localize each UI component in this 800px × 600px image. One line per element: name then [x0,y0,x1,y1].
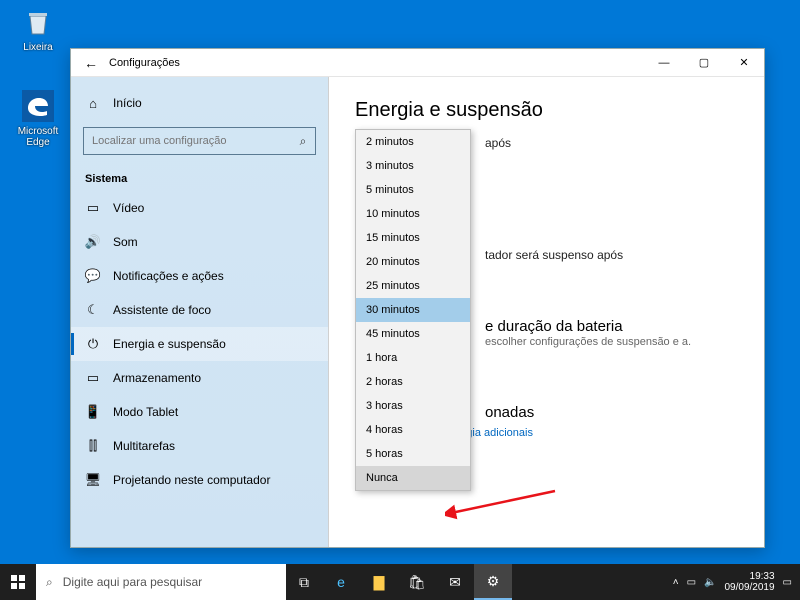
sidebar-item-multitarefas[interactable]: ⫿⫿ Multitarefas [71,429,328,463]
desktop-icon-recycle-bin[interactable]: Lixeira [8,4,68,53]
sidebar-home[interactable]: ⌂ Início [71,87,328,119]
sidebar-item-label: Projetando neste computador [113,473,270,487]
desktop-icon-label: Lixeira [8,42,68,53]
back-button[interactable]: ← [77,55,105,71]
dropdown-option[interactable]: 1 hora [356,346,470,370]
desktop-icon-label: Microsoft Edge [8,126,68,148]
tray-chevron-icon[interactable]: ˄ [673,577,679,588]
sidebar-item-label: Notificações e ações [113,269,224,283]
home-icon: ⌂ [85,95,101,111]
sidebar-item-som[interactable]: 🔊 Som [71,225,328,259]
sidebar-item-label: Energia e suspensão [113,337,226,351]
taskbar: ⌕ Digite aqui para pesquisar ⧉ e ▇ 🛍 ✉ ⚙… [0,564,800,600]
taskbar-store[interactable]: 🛍 [398,564,436,600]
setting-text-fragment: tador será suspenso após [485,248,738,262]
sidebar-item-icon: 🖥 [85,472,101,488]
sidebar-item-icon: ▭ [85,200,101,216]
sidebar-item-v-deo[interactable]: ▭ Vídeo [71,191,328,225]
sidebar: ⌂ Início ⌕ Sistema ▭ Vídeo 🔊 Som 💬 Notificaçõ… [71,77,329,547]
sidebar-item-icon: ▭ [85,370,101,386]
taskbar-clock[interactable]: 19:33 09/09/2019 [724,571,774,593]
sidebar-item-label: Som [113,235,138,249]
window-title: Configurações [105,57,180,69]
dropdown-option[interactable]: 5 horas [356,442,470,466]
sidebar-home-label: Início [113,96,142,110]
search-icon: ⌕ [291,134,315,149]
minimize-button[interactable]: ― [644,49,684,77]
battery-desc-fragment: escolher configurações de suspensão e a. [485,335,738,350]
battery-heading-fragment: e duração da bateria [485,318,738,335]
taskbar-edge[interactable]: e [322,564,360,600]
sidebar-item-label: Vídeo [113,201,144,215]
sidebar-item-projetando-neste-computador[interactable]: 🖥 Projetando neste computador [71,463,328,497]
sidebar-item-assistente-de-foco[interactable]: ☾ Assistente de foco [71,293,328,327]
search-icon: ⌕ [46,575,53,590]
notification-center-icon[interactable]: ▭ [783,577,792,588]
time-dropdown[interactable]: 2 minutos3 minutos5 minutos10 minutos15 … [355,129,471,491]
sidebar-item-icon: 💬 [85,268,101,284]
titlebar: ← Configurações ― ▢ ✕ [71,49,764,77]
taskbar-settings[interactable]: ⚙ [474,564,512,600]
dropdown-option[interactable]: 5 minutos [356,178,470,202]
sidebar-search[interactable]: ⌕ [83,127,316,155]
dropdown-option[interactable]: 2 horas [356,370,470,394]
dropdown-option[interactable]: 45 minutos [356,322,470,346]
dropdown-option[interactable]: 4 horas [356,418,470,442]
setting-text-fragment: após [485,136,738,150]
close-button[interactable]: ✕ [724,49,764,77]
sidebar-item-armazenamento[interactable]: ▭ Armazenamento [71,361,328,395]
related-heading-fragment: onadas [485,404,738,421]
sidebar-item-icon: 📱 [85,404,101,420]
sidebar-item-icon: 🔊 [85,234,101,250]
dropdown-option[interactable]: 2 minutos [356,130,470,154]
sidebar-item-notifica-es-e-a-es[interactable]: 💬 Notificações e ações [71,259,328,293]
task-view-button[interactable]: ⧉ [286,564,322,600]
tray-volume-icon[interactable]: 🔈 [704,577,716,588]
dropdown-option[interactable]: Nunca [356,466,470,490]
taskbar-time: 19:33 [724,571,774,582]
sidebar-item-icon: ⫿⫿ [85,438,101,454]
dropdown-option[interactable]: 3 horas [356,394,470,418]
dropdown-option[interactable]: 25 minutos [356,274,470,298]
maximize-button[interactable]: ▢ [684,49,724,77]
page-title: Energia e suspensão [355,99,738,122]
dropdown-option[interactable]: 20 minutos [356,250,470,274]
dropdown-option[interactable]: 10 minutos [356,202,470,226]
sidebar-item-label: Armazenamento [113,371,201,385]
content-pane: Energia e suspensão após tador será susp… [329,77,764,547]
dropdown-option[interactable]: 30 minutos [356,298,470,322]
taskbar-date: 09/09/2019 [724,582,774,593]
taskbar-mail[interactable]: ✉ [436,564,474,600]
tray-network-icon[interactable]: ▭ [687,577,696,588]
dropdown-option[interactable]: 15 minutos [356,226,470,250]
edge-icon [20,88,56,124]
taskbar-search-placeholder: Digite aqui para pesquisar [63,575,202,589]
sidebar-item-label: Modo Tablet [113,405,178,419]
taskbar-search[interactable]: ⌕ Digite aqui para pesquisar [36,564,286,600]
taskbar-file-explorer[interactable]: ▇ [360,564,398,600]
sidebar-item-modo-tablet[interactable]: 📱 Modo Tablet [71,395,328,429]
search-input[interactable] [84,135,291,147]
start-button[interactable] [0,564,36,600]
annotation-arrow [445,487,565,527]
sidebar-item-icon: ⏻ [85,336,101,352]
desktop-icon-edge[interactable]: Microsoft Edge [8,88,68,148]
sidebar-item-label: Assistente de foco [113,303,211,317]
sidebar-category: Sistema [71,163,328,191]
settings-window: ← Configurações ― ▢ ✕ ⌂ Início ⌕ Sistema… [70,48,765,548]
sidebar-item-icon: ☾ [85,302,101,318]
sidebar-item-energia-e-suspens-o[interactable]: ⏻ Energia e suspensão [71,327,328,361]
sidebar-item-label: Multitarefas [113,439,175,453]
recycle-bin-icon [20,4,56,40]
dropdown-option[interactable]: 3 minutos [356,154,470,178]
